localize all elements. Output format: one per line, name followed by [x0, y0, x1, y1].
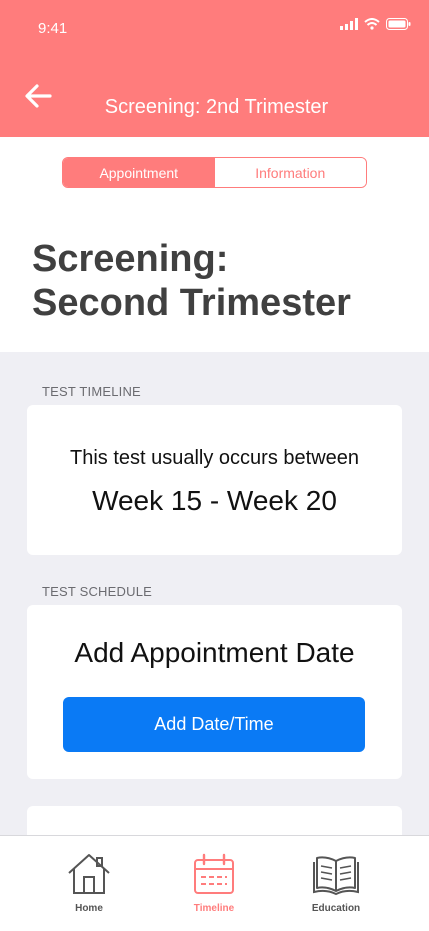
page-title: Screening: Second Trimester — [32, 237, 351, 325]
page-title-line1: Screening: — [32, 238, 229, 280]
app-header: 9:41 Screening: 2nd Trimester — [0, 0, 429, 137]
house-icon — [68, 854, 110, 894]
tab-education[interactable]: Education — [281, 836, 391, 931]
schedule-card: Add Appointment Date Add Date/Time — [27, 605, 402, 779]
status-icons — [340, 18, 411, 30]
add-date-time-button[interactable]: Add Date/Time — [63, 697, 365, 752]
timeline-range: Week 15 - Week 20 — [92, 485, 337, 516]
timeline-card: This test usually occurs between Week 15… — [27, 405, 402, 555]
tab-timeline-label: Timeline — [193, 903, 235, 914]
signal-icon — [340, 18, 358, 30]
page-title-line2: Second Trimester — [32, 282, 351, 324]
calendar-icon — [194, 853, 234, 894]
tab-bar: Home Timeline Education — [0, 835, 429, 931]
tab-timeline[interactable]: Timeline — [159, 836, 269, 931]
segment-appointment[interactable]: Appointment — [63, 158, 215, 187]
status-time: 9:41 — [38, 20, 68, 37]
tab-home-label: Home — [75, 903, 103, 914]
tab-education-label: Education — [311, 903, 361, 914]
book-icon — [313, 856, 359, 896]
tab-home[interactable]: Home — [34, 836, 144, 931]
top-panel: Appointment Information Screening: Secon… — [0, 137, 429, 352]
test-schedule-label: TEST SCHEDULE — [42, 584, 152, 599]
test-timeline-label: TEST TIMELINE — [42, 384, 141, 399]
wifi-icon — [364, 18, 380, 30]
battery-icon — [386, 18, 411, 30]
segmented-control: Appointment Information — [62, 157, 367, 188]
timeline-description: This test usually occurs between — [69, 447, 360, 469]
header-title: Screening: 2nd Trimester — [104, 96, 329, 118]
schedule-heading: Add Appointment Date — [74, 637, 355, 668]
segment-information[interactable]: Information — [214, 158, 366, 187]
